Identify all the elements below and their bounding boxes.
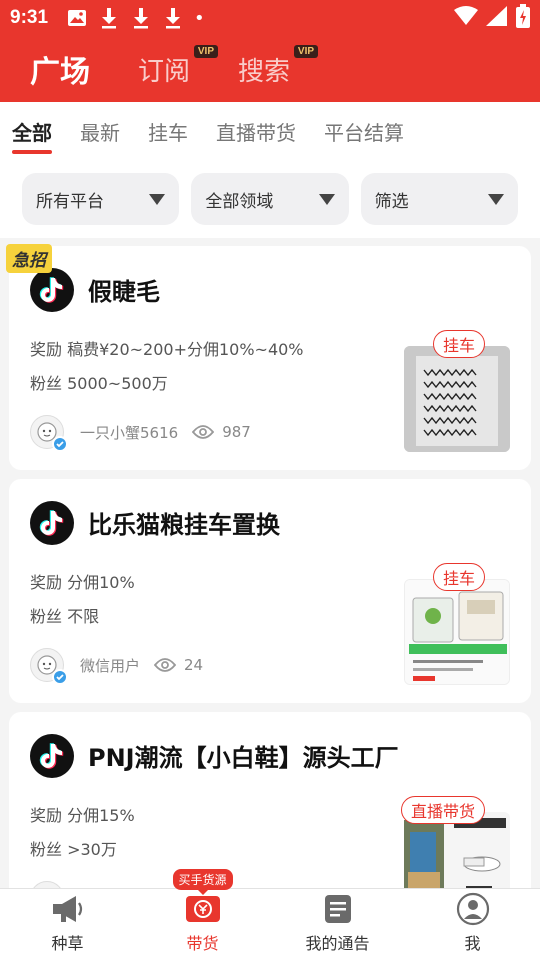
- card-tag: 挂车: [432, 330, 485, 358]
- card-title: 假睫毛: [88, 278, 160, 306]
- product-thumbnail: [404, 579, 510, 685]
- nav-me-label: 我: [464, 934, 481, 953]
- eye-icon: [154, 657, 177, 673]
- filter-bar: 所有平台 全部领域 筛选: [0, 160, 540, 238]
- nav-selling-label: 带货: [186, 934, 219, 953]
- dropdown-arrow-icon: [149, 193, 166, 205]
- megaphone-icon: [50, 892, 86, 926]
- eye-icon: [192, 424, 215, 440]
- buyer-source-badge: 买手货源: [172, 869, 233, 890]
- subtab-cart[interactable]: 挂车: [148, 102, 188, 160]
- signal-icon: [486, 6, 508, 30]
- view-count: 24: [184, 656, 204, 674]
- tiktok-icon: [30, 734, 74, 778]
- card-fans: 粉丝 5000~500万: [30, 374, 168, 393]
- card-reward: 奖励 稿费¥20~200+分佣10%~40%: [30, 340, 304, 359]
- nav-seeding[interactable]: 种草: [0, 889, 135, 960]
- card-tag: 挂车: [432, 563, 485, 591]
- avatar: [30, 415, 68, 452]
- notification-dot: •: [194, 7, 205, 29]
- nav-me[interactable]: 我: [405, 889, 540, 960]
- author-name: 微信用户: [80, 656, 141, 675]
- card-fans: 粉丝 不限: [30, 607, 100, 626]
- category-tabs: 全部 最新 挂车 直播带货 平台结算: [0, 102, 540, 160]
- tiktok-icon: [30, 268, 74, 312]
- tab-subscribe[interactable]: 订阅 VIP: [138, 44, 219, 88]
- author-name: 一只小蟹5616: [80, 423, 179, 442]
- card-author-row: [30, 880, 80, 888]
- subtab-live-selling[interactable]: 直播带货: [216, 102, 296, 160]
- dropdown-arrow-icon: [487, 193, 504, 205]
- card-title: PNJ潮流【小白鞋】源头工厂: [88, 744, 399, 772]
- tab-square[interactable]: 广场: [30, 47, 90, 91]
- task-feed: 急招 假睫毛 奖励 稿费¥20~200+分佣10%~40% 粉丝 5000~50…: [0, 238, 540, 888]
- urgent-badge: 急招: [6, 244, 52, 273]
- verified-icon: [52, 436, 68, 452]
- wifi-icon: [454, 6, 478, 30]
- tiktok-icon: [30, 501, 74, 545]
- card-reward: 奖励 分佣10%: [30, 573, 135, 592]
- card-author-row: 微信用户 24: [30, 647, 204, 685]
- nav-my-notices-label: 我的通告: [305, 934, 370, 953]
- verified-icon: [52, 669, 68, 685]
- tab-subscribe-label: 订阅: [138, 56, 191, 87]
- tab-search-label: 搜索: [238, 56, 291, 87]
- download-icon: [130, 7, 152, 29]
- nav-seeding-label: 种草: [51, 934, 84, 953]
- subtab-latest[interactable]: 最新: [80, 102, 120, 160]
- vip-badge: VIP: [193, 44, 219, 58]
- card-tag: 直播带货: [400, 796, 485, 824]
- filter-label: 筛选: [374, 191, 409, 212]
- platform-filter-dropdown[interactable]: 所有平台: [22, 173, 180, 225]
- avatar: [30, 648, 68, 685]
- yuan-cart-icon: [184, 892, 222, 926]
- filter-dropdown[interactable]: 筛选: [360, 173, 518, 225]
- tab-search[interactable]: 搜索 VIP: [238, 44, 319, 88]
- nav-selling[interactable]: 买手货源 带货: [135, 869, 270, 960]
- card-title: 比乐猫粮挂车置换: [88, 511, 280, 539]
- product-thumbnail: [404, 346, 510, 452]
- status-time: 9:31: [10, 7, 49, 28]
- card-author-row: 一只小蟹5616 987: [30, 414, 251, 452]
- task-card[interactable]: 急招 假睫毛 奖励 稿费¥20~200+分佣10%~40% 粉丝 5000~50…: [6, 244, 531, 470]
- download-icon: [162, 7, 184, 29]
- tab-square-label: 广场: [30, 55, 90, 90]
- subtab-all[interactable]: 全部: [12, 102, 52, 160]
- nav-my-notices[interactable]: 我的通告: [270, 889, 405, 960]
- status-bar: 9:31 •: [0, 0, 540, 36]
- bottom-nav: 种草 买手货源 带货 我的通告 我: [0, 869, 540, 960]
- dropdown-arrow-icon: [318, 193, 335, 205]
- task-card[interactable]: 比乐猫粮挂车置换 奖励 分佣10% 粉丝 不限 微信用户 24 挂车: [9, 479, 531, 703]
- battery-icon: [516, 4, 530, 32]
- notice-icon: [323, 892, 353, 926]
- vip-badge: VIP: [293, 44, 319, 58]
- top-header: 广场 订阅 VIP 搜索 VIP: [0, 36, 540, 102]
- card-fans: 粉丝 >30万: [30, 840, 117, 859]
- download-icon: [98, 7, 120, 29]
- avatar: [30, 881, 64, 888]
- image-icon: [66, 7, 88, 29]
- platform-filter-label: 所有平台: [36, 191, 104, 212]
- subtab-platform-settlement[interactable]: 平台结算: [324, 102, 404, 160]
- profile-icon: [456, 892, 490, 926]
- task-card[interactable]: PNJ潮流【小白鞋】源头工厂 奖励 分佣15% 粉丝 >30万 直播带货: [9, 712, 531, 888]
- domain-filter-dropdown[interactable]: 全部领域: [191, 173, 349, 225]
- domain-filter-label: 全部领域: [205, 191, 274, 212]
- card-reward: 奖励 分佣15%: [30, 806, 135, 825]
- view-count: 987: [222, 423, 251, 441]
